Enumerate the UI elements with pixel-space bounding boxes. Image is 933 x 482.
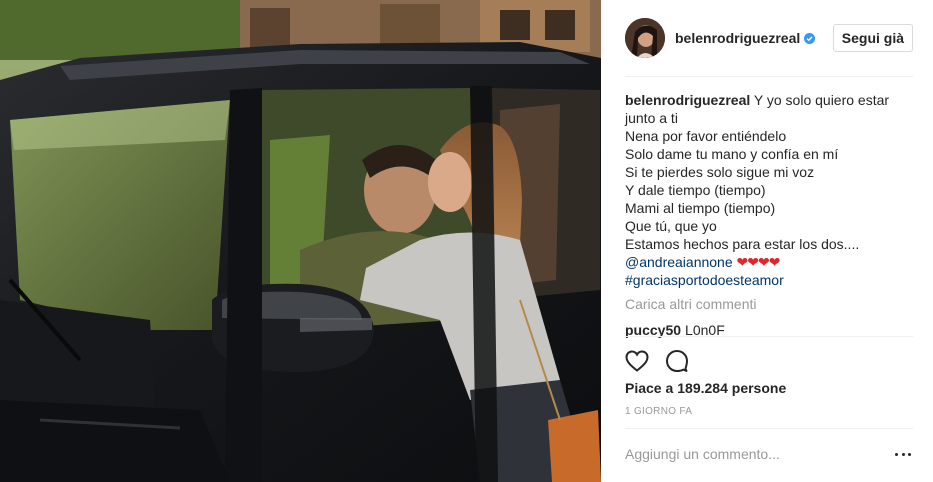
caption-username[interactable]: belenrodriguezreal: [625, 92, 750, 108]
load-more-comments-link[interactable]: Carica altri commenti: [625, 295, 915, 313]
action-bar: [625, 348, 689, 374]
caption-line: Y dale tiempo (tiempo): [625, 182, 766, 198]
caption-line: Estamos hechos para estar los dos....: [625, 236, 860, 252]
post-timestamp[interactable]: 1 GIORNO FA: [625, 406, 692, 417]
header-divider: [625, 76, 913, 77]
caption-line: Si te pierdes solo sigue mi voz: [625, 164, 815, 180]
add-comment-input[interactable]: Aggiungi un commento...: [625, 446, 780, 462]
caption-line: Solo dame tu mano y confía en mí: [625, 146, 839, 162]
comment-box-divider: [625, 428, 913, 429]
likes-number: 189.284 persone: [677, 380, 787, 396]
mention-link[interactable]: @andreaiannone: [625, 254, 733, 270]
caption: belenrodriguezreal Y yo solo quiero esta…: [625, 91, 915, 289]
caption-line: junto a ti: [625, 110, 678, 126]
likes-count[interactable]: Piace a 189.284 persone: [625, 380, 786, 396]
actions-divider: [625, 336, 913, 337]
hearts-emoji: ❤❤❤❤: [736, 254, 781, 270]
author-avatar[interactable]: [625, 18, 665, 58]
post-details-panel: belenrodriguezreal Segui già belenrodrig…: [601, 0, 933, 482]
post-header: belenrodriguezreal Segui già: [625, 16, 913, 60]
following-button[interactable]: Segui già: [832, 24, 913, 52]
more-options-icon[interactable]: [895, 446, 911, 462]
comment-bubble-icon[interactable]: [665, 349, 689, 373]
caption-line: Y yo solo quiero estar: [753, 92, 890, 108]
caption-line: Nena por favor entiéndelo: [625, 128, 787, 144]
verified-badge-icon: [804, 32, 816, 44]
author-username[interactable]: belenrodriguezreal: [675, 30, 800, 46]
comments-section: belenrodriguezreal Y yo solo quiero esta…: [625, 91, 915, 339]
caption-line: Mami al tiempo (tiempo): [625, 200, 776, 216]
heart-outline-icon[interactable]: [625, 350, 649, 372]
hashtag-link[interactable]: #graciasportodoesteamor: [625, 272, 784, 288]
caption-line: Que tú, que yo: [625, 218, 717, 234]
post-photo[interactable]: [0, 0, 601, 482]
post-photo-image: [0, 0, 601, 482]
profile-photo-icon: [625, 18, 665, 58]
likes-prefix: Piace a: [625, 380, 674, 396]
